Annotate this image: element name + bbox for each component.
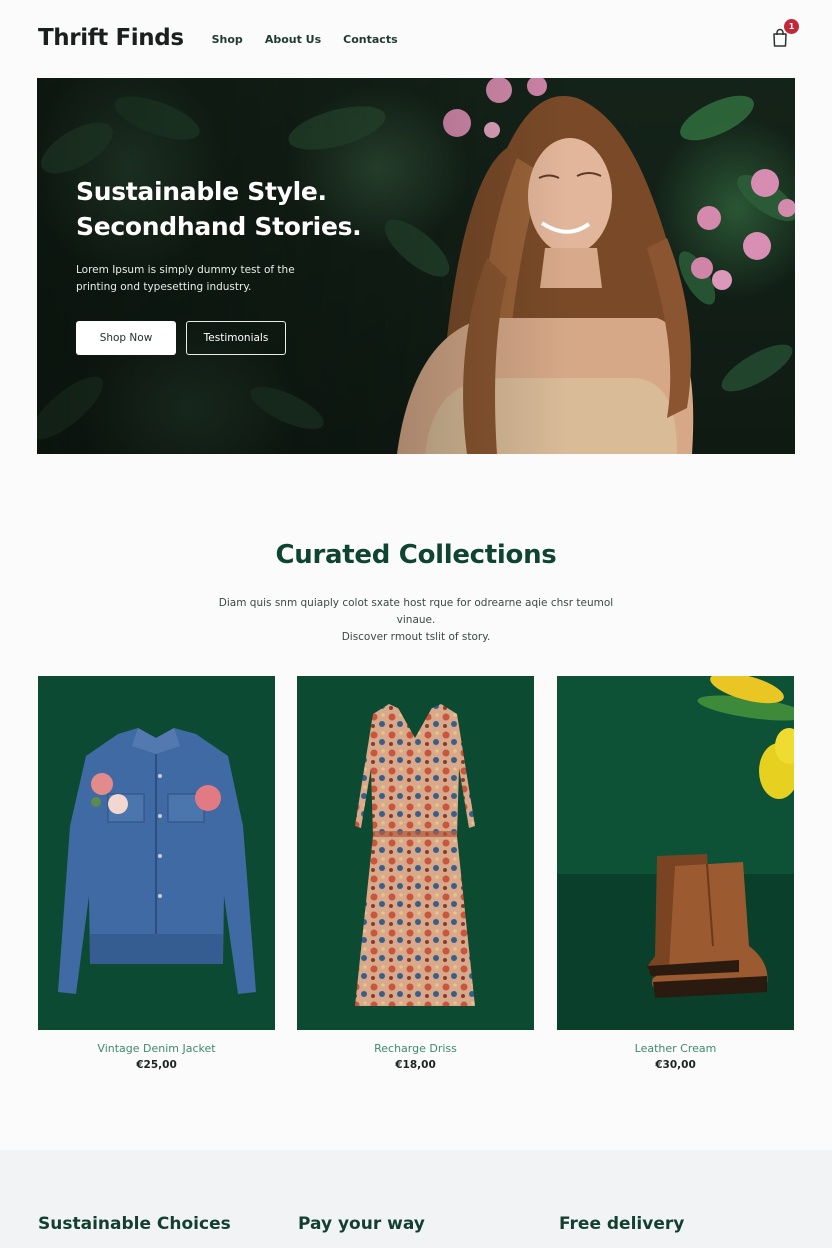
nav-contacts[interactable]: Contacts [343,33,397,46]
collections-description-line2: Discover rmout tslit of story. [341,631,491,643]
product-card[interactable]: Recharge Driss €18,00 [297,676,534,1071]
features-section: Sustainable Choices Pay your way Free de… [0,1150,832,1248]
site-logo[interactable]: Thrift Finds [38,25,184,51]
hero-title-line1: Sustainable Style. [76,177,327,206]
product-name[interactable]: Leather Cream [557,1042,794,1055]
site-header: Thrift Finds Shop About Us Contacts 1 [0,0,832,76]
product-card[interactable]: Vintage Denim Jacket €25,00 [38,676,275,1071]
product-name[interactable]: Vintage Denim Jacket [38,1042,275,1055]
hero-content: Sustainable Style. Secondhand Stories. L… [76,174,406,355]
leather-boots-image [647,676,794,998]
hero-actions: Shop Now Testimonials [76,321,406,355]
nav-about-us[interactable]: About Us [265,33,321,46]
collections-description: Diam quis snm quiaply colot sxate host r… [200,595,632,646]
nav-shop[interactable]: Shop [212,33,243,46]
product-price: €30,00 [655,1059,696,1071]
hero-title: Sustainable Style. Secondhand Stories. [76,174,406,244]
cart-button[interactable]: 1 [772,19,799,50]
main-nav: Shop About Us Contacts [212,33,398,46]
feature-sustainable-choices: Sustainable Choices [38,1214,231,1234]
dress-image [355,704,475,1006]
product-image[interactable] [297,676,534,1030]
product-image[interactable] [38,676,275,1030]
product-image[interactable] [557,676,794,1030]
product-name[interactable]: Recharge Driss [297,1042,534,1055]
shop-now-button[interactable]: Shop Now [76,321,176,355]
testimonials-button[interactable]: Testimonials [186,321,286,355]
denim-jacket-image [58,728,256,994]
feature-free-delivery: Free delivery [559,1214,685,1234]
hero-subtitle: Lorem Ipsum is simply dummy test of the … [76,264,295,293]
product-card[interactable]: Leather Cream €30,00 [557,676,794,1071]
hero-title-line2: Secondhand Stories. [76,212,362,241]
cart-count-badge: 1 [784,19,799,34]
product-price: €18,00 [395,1059,436,1071]
collections-title: Curated Collections [275,540,557,570]
collections-description-line1: Diam quis snm quiaply colot sxate host r… [218,597,614,626]
product-price: €25,00 [136,1059,177,1071]
feature-pay-your-way: Pay your way [298,1214,425,1234]
hero-banner: Sustainable Style. Secondhand Stories. L… [37,78,795,454]
